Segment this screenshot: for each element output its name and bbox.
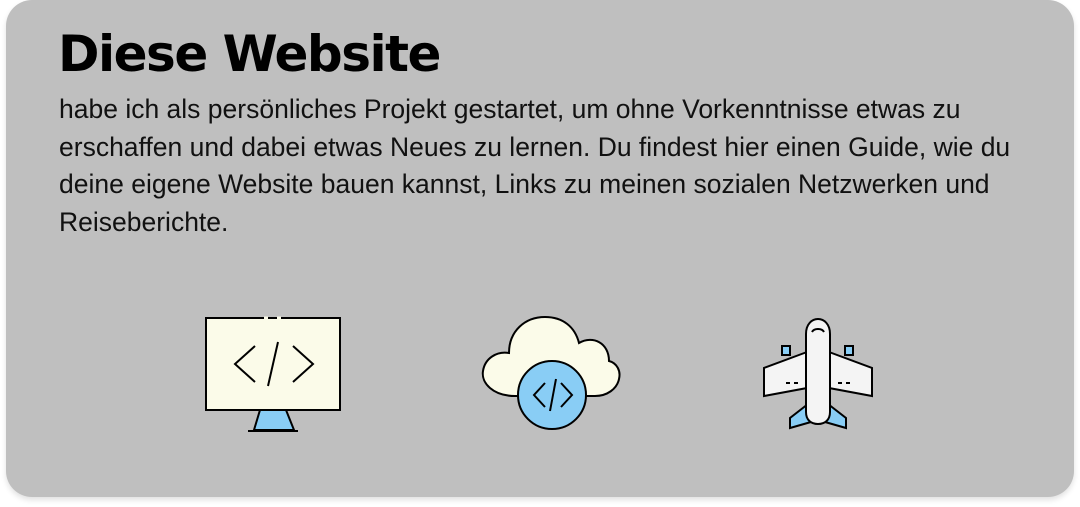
monitor-code-icon xyxy=(198,313,348,437)
card-title: Diese Website xyxy=(58,25,441,83)
cloud-code-icon xyxy=(475,313,625,437)
airplane-icon xyxy=(756,316,882,436)
card-description: habe ich als persönliches Projekt gestar… xyxy=(59,94,1011,237)
